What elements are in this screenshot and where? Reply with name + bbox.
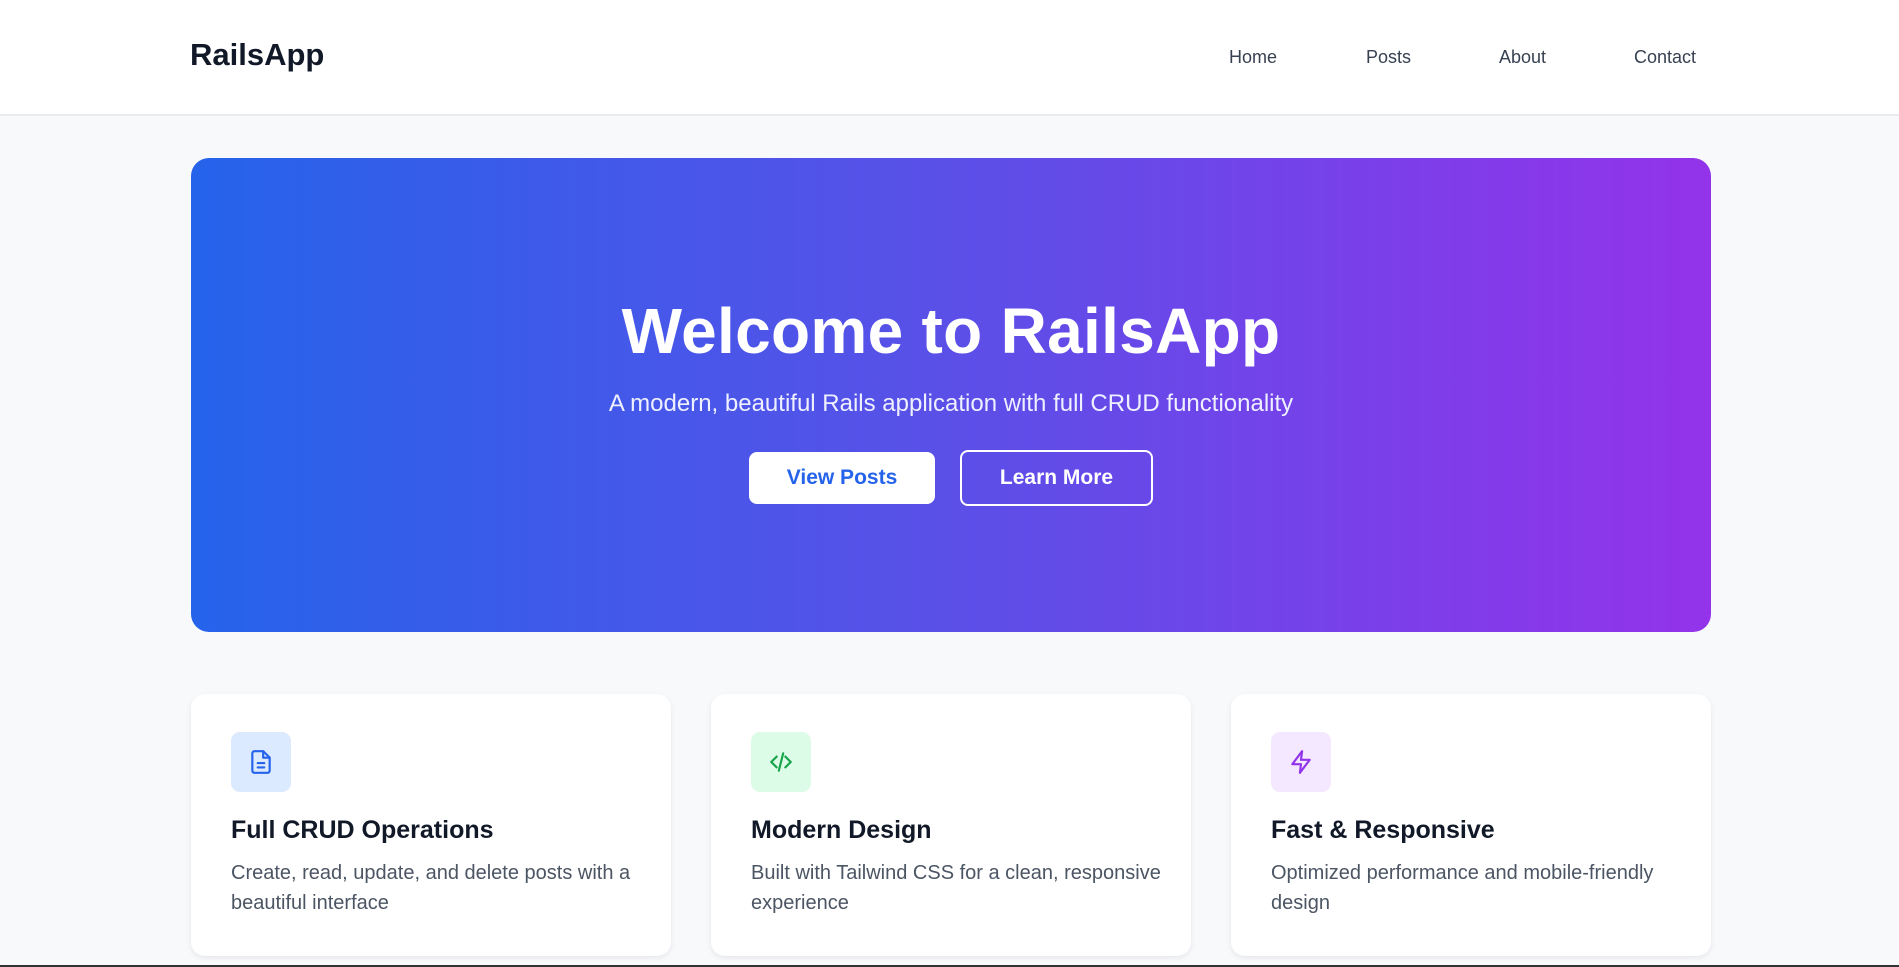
hero-banner: Welcome to RailsApp A modern, beautiful …: [191, 158, 1711, 632]
learn-more-button[interactable]: Learn More: [960, 450, 1153, 506]
view-posts-button[interactable]: View Posts: [749, 452, 935, 504]
feature-icon-box: [751, 732, 811, 792]
main-nav: Home Posts About Contact: [0, 47, 1899, 71]
feature-card-performance: Fast & Responsive Optimized performance …: [1231, 694, 1711, 956]
hero-title: Welcome to RailsApp: [621, 295, 1281, 367]
feature-card-crud: Full CRUD Operations Create, read, updat…: [191, 694, 671, 956]
feature-icon-box: [1271, 732, 1331, 792]
document-icon: [251, 750, 271, 774]
feature-title: Fast & Responsive: [1271, 816, 1495, 844]
feature-description: Create, read, update, and delete posts w…: [231, 862, 631, 914]
top-navbar: RailsApp Home Posts About Contact: [0, 0, 1899, 116]
nav-contact-link[interactable]: Contact: [1634, 47, 1696, 68]
feature-description: Optimized performance and mobile-friendl…: [1271, 862, 1654, 914]
feature-title: Modern Design: [751, 816, 932, 844]
feature-card-design: Modern Design Built with Tailwind CSS fo…: [711, 694, 1191, 956]
hero-subtitle: A modern, beautiful Rails application wi…: [608, 390, 1294, 417]
code-icon: [770, 752, 792, 772]
nav-posts-link[interactable]: Posts: [1366, 47, 1411, 68]
lightning-icon: [1291, 750, 1311, 774]
feature-title: Full CRUD Operations: [231, 816, 494, 844]
nav-home-link[interactable]: Home: [1229, 47, 1277, 68]
feature-description: Built with Tailwind CSS for a clean, res…: [751, 862, 1161, 914]
feature-icon-box: [231, 732, 291, 792]
nav-about-link[interactable]: About: [1499, 47, 1546, 68]
